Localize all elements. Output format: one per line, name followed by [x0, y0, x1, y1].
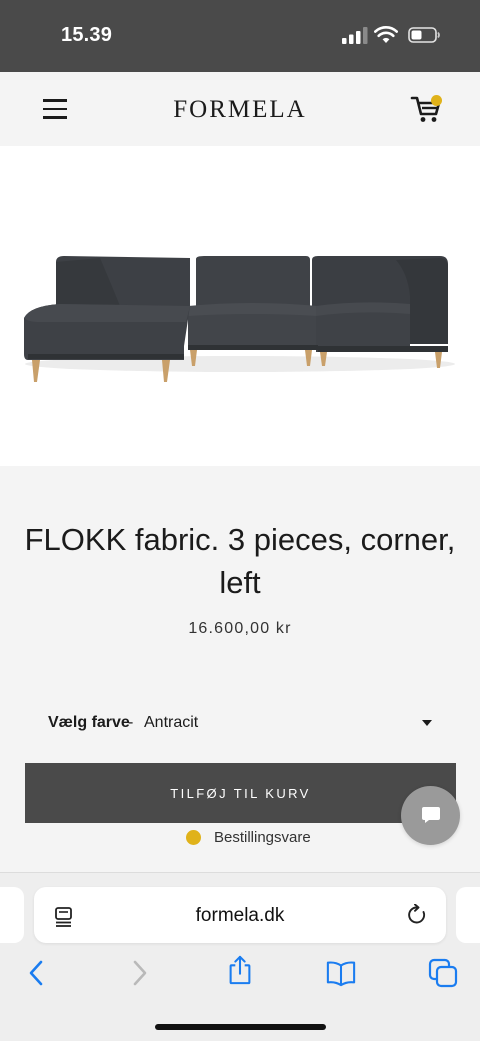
chat-bubble-icon [422, 807, 440, 823]
browser-toolbar: formela.dk [0, 872, 480, 1041]
site-header: FORMELA [0, 72, 480, 146]
chevron-down-icon [422, 720, 432, 726]
book-icon[interactable] [326, 958, 356, 988]
product-title: FLOKK fabric. 3 pieces, corner, left [24, 522, 456, 600]
add-to-cart-button[interactable]: TILFØJ TIL KURV [25, 763, 456, 823]
chevron-left-icon[interactable] [22, 958, 52, 988]
tabs-icon[interactable] [428, 958, 458, 988]
share-icon[interactable] [225, 955, 255, 985]
battery-icon [408, 27, 440, 43]
product-image[interactable] [0, 146, 480, 466]
next-tab-preview[interactable] [456, 887, 480, 943]
color-dropdown[interactable]: Antracit [144, 712, 436, 736]
chevron-right-icon[interactable] [124, 958, 154, 988]
previous-tab-preview[interactable] [0, 887, 24, 943]
url-text: formela.dk [195, 905, 285, 926]
site-logo[interactable]: FORMELA [0, 96, 480, 124]
cart-badge-dot [431, 95, 442, 106]
status-time: 15.39 [61, 24, 113, 46]
color-label: Vælg farve [48, 714, 130, 731]
color-separator: - [128, 714, 134, 731]
sofa-illustration [24, 256, 455, 382]
color-selected-value: Antracit [144, 714, 199, 731]
availability-text: Bestillingsvare [214, 829, 311, 846]
wifi-icon [374, 26, 398, 43]
address-bar[interactable]: formela.dk [34, 887, 446, 943]
home-indicator [155, 1024, 326, 1030]
status-bar: 15.39 [0, 0, 480, 72]
availability-dot [186, 830, 201, 845]
cellular-signal-icon [342, 27, 368, 44]
product-price: 16.600,00 kr [188, 620, 292, 637]
chat-button[interactable] [401, 786, 460, 845]
color-selector-row: Vælg farve - Antracit [48, 712, 440, 736]
reload-icon[interactable] [406, 904, 428, 926]
